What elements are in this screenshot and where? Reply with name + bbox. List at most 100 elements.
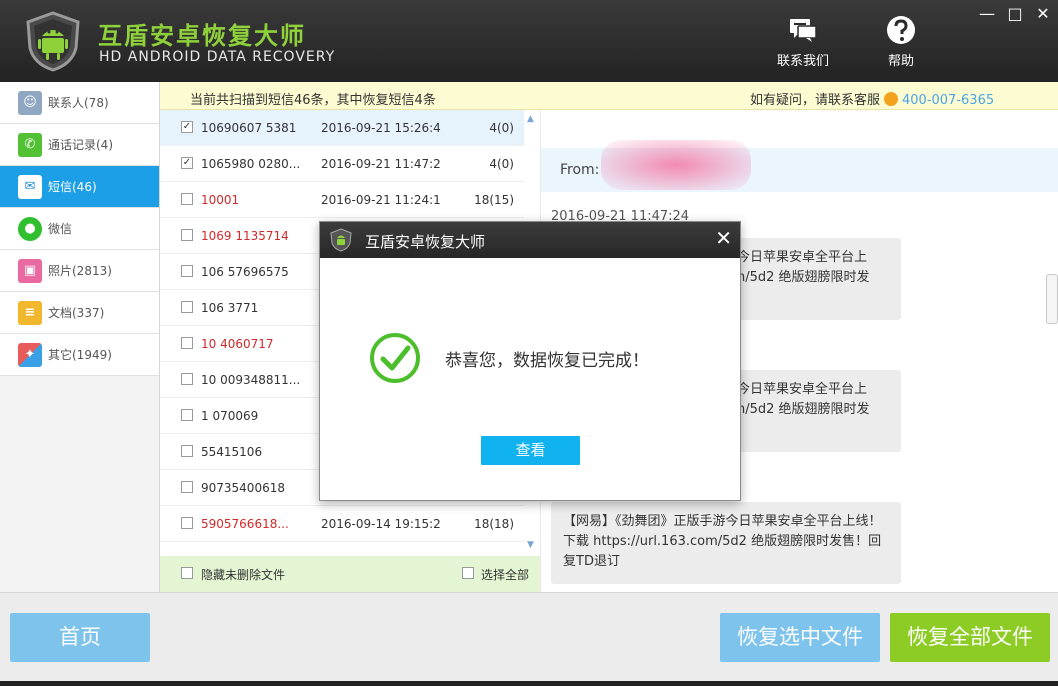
hide-undeleted-label: 隐藏未删除文件: [201, 568, 286, 582]
scan-info-bar: 当前共扫描到短信46条，其中恢复短信4条 如有疑问，请联系客服 400-007-6…: [160, 82, 1058, 110]
row-checkbox[interactable]: [181, 445, 193, 457]
view-button[interactable]: 查看: [481, 436, 580, 465]
sidebar-item-wechat[interactable]: ● 微信: [0, 208, 159, 250]
row-checkbox[interactable]: [181, 337, 193, 349]
select-all-label: 选择全部: [481, 568, 530, 582]
sidebar-item-label: 文档(337): [48, 306, 105, 320]
row-number: 55415106: [201, 445, 263, 459]
scan-summary: 当前共扫描到短信46条，其中恢复短信4条: [190, 93, 436, 108]
chat-icon: [790, 19, 817, 42]
sidebar-item-label: 微信: [48, 222, 73, 236]
select-all-checkbox[interactable]: [462, 567, 474, 579]
row-checkbox[interactable]: [181, 229, 193, 241]
row-datetime: 2016-09-21 11:24:1: [321, 193, 441, 207]
title-bar: 互盾安卓恢复大师 HD ANDROID DATA RECOVERY 联系我们 帮…: [0, 0, 1058, 82]
row-checkbox[interactable]: [181, 481, 193, 493]
sidebar-item-sms[interactable]: ✉ 短信(46): [0, 166, 159, 208]
sidebar-item-documents[interactable]: ≡ 文档(337): [0, 292, 159, 334]
close-window-button[interactable]: ✕: [1032, 4, 1054, 24]
table-row[interactable]: ✓ 10690607 5381 2016-09-21 15:26:4 4(0): [160, 110, 524, 146]
app-logo-icon: [330, 228, 352, 252]
sidebar-item-contacts[interactable]: ☺ 联系人(78): [0, 82, 159, 124]
completion-dialog: 互盾安卓恢复大师 ✕ 恭喜您，数据恢复已完成！ 查看: [319, 221, 741, 501]
bubble-line: 今日苹果安卓全平台上: [737, 382, 868, 397]
row-number: 10690607 5381: [201, 121, 297, 135]
recover-all-button[interactable]: 恢复全部文件: [890, 613, 1050, 662]
row-number: 1065980 0280...: [201, 157, 301, 171]
minimize-button[interactable]: —: [976, 4, 998, 24]
scroll-down-icon[interactable]: ▼: [527, 540, 534, 550]
row-number: 1 070069: [201, 409, 259, 423]
scroll-up-icon[interactable]: ▲: [527, 114, 534, 124]
dialog-title: 互盾安卓恢复大师: [365, 233, 486, 251]
help-label: 帮助: [887, 54, 914, 69]
sidebar-item-calls[interactable]: ✆ 通话记录(4): [0, 124, 159, 166]
message-bubble: 【网易】《劲舞团》正版手游今日苹果安卓全平台上线！下载 https://url.…: [551, 502, 901, 584]
qq-icon: [884, 92, 899, 106]
from-strip: From:: [541, 140, 1058, 192]
contact-us-button[interactable]: 联系我们: [768, 14, 838, 70]
dialog-message: 恭喜您，数据恢复已完成！: [445, 351, 649, 371]
sidebar-item-label: 其它(1949): [48, 348, 112, 362]
support-phone[interactable]: 400-007-6365: [902, 93, 994, 108]
sidebar-item-other[interactable]: ✦ 其它(1949): [0, 334, 159, 376]
row-checkbox[interactable]: [181, 301, 193, 313]
row-checkbox[interactable]: ✓: [181, 121, 193, 133]
support-info: 如有疑问，请联系客服 400-007-6365: [750, 89, 994, 108]
row-number: 106 57696575: [201, 265, 289, 279]
row-datetime: 2016-09-14 19:15:2: [321, 517, 441, 531]
row-count: 18(15): [474, 193, 514, 207]
row-checkbox[interactable]: [181, 409, 193, 421]
row-number: 5905766618...: [201, 517, 289, 531]
row-checkbox[interactable]: ✓: [181, 157, 193, 169]
sidebar-item-photos[interactable]: ▣ 照片(2813): [0, 250, 159, 292]
row-checkbox[interactable]: [181, 265, 193, 277]
hide-undeleted-checkbox[interactable]: [181, 567, 193, 579]
bottom-bar: 首页 恢复选中文件 恢复全部文件: [0, 592, 1058, 686]
photo-icon: ▣: [18, 258, 42, 283]
list-footer: 隐藏未删除文件 选择全部: [160, 556, 540, 592]
sms-icon: ✉: [18, 174, 42, 199]
phone-icon: ✆: [18, 132, 42, 157]
other-icon: ✦: [18, 342, 42, 367]
row-count: 4(0): [489, 157, 514, 171]
maximize-button[interactable]: □: [1004, 4, 1026, 24]
app-subtitle: HD ANDROID DATA RECOVERY: [99, 49, 336, 65]
app-logo-icon: [26, 11, 80, 72]
row-number: 1069 1135714: [201, 229, 289, 243]
row-number: 90735400618: [201, 481, 285, 495]
dialog-close-button[interactable]: ✕: [715, 226, 732, 250]
row-checkbox[interactable]: [181, 517, 193, 529]
taskbar-strip: [0, 681, 1058, 686]
help-icon: [887, 16, 915, 44]
sidebar-item-label: 通话记录(4): [48, 138, 113, 152]
row-number: 106 3771: [201, 301, 259, 315]
bubble-line: 今日苹果安卓全平台上: [737, 250, 868, 265]
support-text: 如有疑问，请联系客服: [750, 93, 881, 108]
table-row[interactable]: 10001 2016-09-21 11:24:1 18(15): [160, 182, 524, 218]
recover-selected-button[interactable]: 恢复选中文件: [720, 613, 880, 662]
bubble-line: n/5d2 绝版翅膀限时发: [737, 270, 870, 285]
table-row[interactable]: ✓ 1065980 0280... 2016-09-21 11:47:2 4(0…: [160, 146, 524, 182]
document-icon: ≡: [18, 300, 42, 325]
sidebar-item-label: 短信(46): [48, 180, 97, 194]
contacts-icon: ☺: [18, 90, 42, 115]
row-datetime: 2016-09-21 11:47:2: [321, 157, 441, 171]
home-button[interactable]: 首页: [10, 613, 150, 662]
bubble-line: n/5d2 绝版翅膀限时发: [737, 402, 870, 417]
success-check-icon: [370, 333, 420, 383]
row-number: 10 009348811...: [201, 373, 301, 387]
row-checkbox[interactable]: [181, 193, 193, 205]
help-button[interactable]: 帮助: [866, 14, 936, 70]
row-count: 18(18): [474, 517, 514, 531]
dialog-title-bar: 互盾安卓恢复大师 ✕: [320, 222, 740, 258]
from-label: From:: [560, 162, 600, 178]
sidebar: ☺ 联系人(78) ✆ 通话记录(4) ✉ 短信(46) ● 微信 ▣ 照片(2…: [0, 82, 160, 592]
row-number: 10001: [201, 193, 240, 207]
row-number: 10 4060717: [201, 337, 274, 351]
row-checkbox[interactable]: [181, 373, 193, 385]
row-count: 4(0): [489, 121, 514, 135]
wechat-icon: ●: [18, 216, 42, 241]
detail-scrollbar[interactable]: [1046, 274, 1058, 324]
table-row[interactable]: 5905766618... 2016-09-14 19:15:2 18(18): [160, 506, 524, 542]
